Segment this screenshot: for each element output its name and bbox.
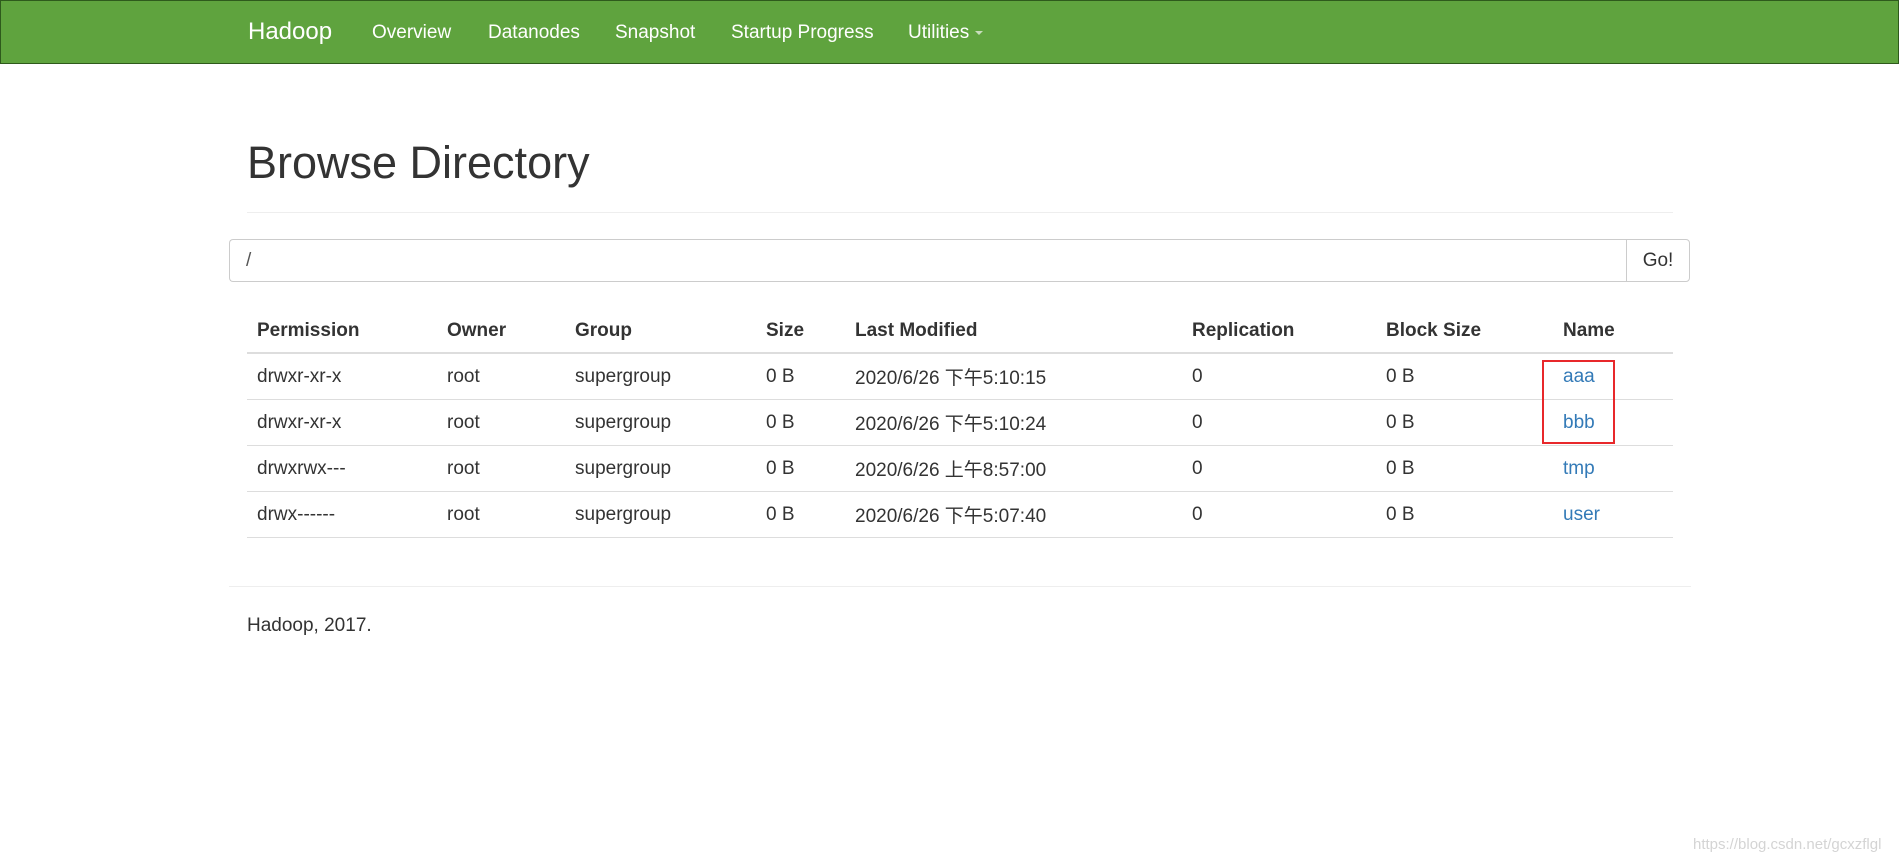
cell-group: supergroup: [565, 353, 756, 400]
cell-size: 0 B: [756, 399, 845, 446]
nav-utilities-label: Utilities: [908, 22, 970, 43]
cell-replication: 0: [1182, 399, 1376, 446]
go-button[interactable]: Go!: [1626, 239, 1690, 282]
table-row: drwxrwx--- root supergroup 0 B 2020/6/26…: [247, 445, 1673, 492]
cell-permission: drwx------: [247, 491, 437, 538]
column-header-name[interactable]: Name: [1553, 309, 1673, 354]
cell-owner: root: [437, 353, 565, 400]
nav-datanodes[interactable]: Datanodes: [488, 22, 580, 44]
column-header-block-size[interactable]: Block Size: [1376, 309, 1553, 354]
column-header-last-modified[interactable]: Last Modified: [845, 309, 1182, 354]
column-header-size[interactable]: Size: [756, 309, 845, 354]
directory-listing-table: Permission Owner Group Size Last Modifie…: [247, 309, 1673, 538]
cell-last-modified: 2020/6/26 下午5:10:15: [845, 353, 1182, 400]
cell-owner: root: [437, 399, 565, 446]
cell-replication: 0: [1182, 491, 1376, 538]
column-header-group[interactable]: Group: [565, 309, 756, 354]
nav-startup-progress[interactable]: Startup Progress: [731, 22, 874, 44]
cell-permission: drwxrwx---: [247, 445, 437, 492]
table-row: drwxr-xr-x root supergroup 0 B 2020/6/26…: [247, 353, 1673, 400]
footer-divider: [229, 586, 1691, 587]
top-navbar: Hadoop Overview Datanodes Snapshot Start…: [0, 0, 1899, 64]
annotation-highlight-box: [1542, 360, 1615, 444]
cell-group: supergroup: [565, 491, 756, 538]
cell-size: 0 B: [756, 491, 845, 538]
cell-last-modified: 2020/6/26 下午5:10:24: [845, 399, 1182, 446]
cell-last-modified: 2020/6/26 下午5:07:40: [845, 491, 1182, 538]
cell-name: user: [1553, 491, 1673, 538]
column-header-owner[interactable]: Owner: [437, 309, 565, 354]
cell-owner: root: [437, 491, 565, 538]
table-row: drwx------ root supergroup 0 B 2020/6/26…: [247, 491, 1673, 538]
cell-group: supergroup: [565, 445, 756, 492]
watermark-text: https://blog.csdn.net/gcxzflgl: [1693, 836, 1882, 853]
column-header-replication[interactable]: Replication: [1182, 309, 1376, 354]
cell-size: 0 B: [756, 353, 845, 400]
cell-block-size: 0 B: [1376, 353, 1553, 400]
cell-last-modified: 2020/6/26 上午8:57:00: [845, 445, 1182, 492]
cell-permission: drwxr-xr-x: [247, 353, 437, 400]
cell-replication: 0: [1182, 445, 1376, 492]
directory-path-input[interactable]: [229, 239, 1626, 282]
nav-overview[interactable]: Overview: [372, 22, 451, 44]
directory-link[interactable]: user: [1563, 504, 1600, 525]
cell-size: 0 B: [756, 445, 845, 492]
cell-block-size: 0 B: [1376, 491, 1553, 538]
directory-link[interactable]: tmp: [1563, 458, 1595, 479]
cell-owner: root: [437, 445, 565, 492]
cell-name: tmp: [1553, 445, 1673, 492]
column-header-permission[interactable]: Permission: [247, 309, 437, 354]
nav-utilities-dropdown[interactable]: Utilities: [908, 22, 984, 44]
brand-link[interactable]: Hadoop: [248, 18, 332, 46]
chevron-down-icon: [975, 30, 984, 35]
footer-copyright: Hadoop, 2017.: [247, 615, 372, 636]
table-row: drwxr-xr-x root supergroup 0 B 2020/6/26…: [247, 399, 1673, 446]
title-divider: [247, 212, 1673, 213]
cell-group: supergroup: [565, 399, 756, 446]
table-header-row: Permission Owner Group Size Last Modifie…: [247, 309, 1673, 354]
nav-snapshot[interactable]: Snapshot: [615, 22, 695, 44]
page-title: Browse Directory: [247, 137, 590, 188]
cell-permission: drwxr-xr-x: [247, 399, 437, 446]
cell-block-size: 0 B: [1376, 445, 1553, 492]
cell-replication: 0: [1182, 353, 1376, 400]
cell-block-size: 0 B: [1376, 399, 1553, 446]
